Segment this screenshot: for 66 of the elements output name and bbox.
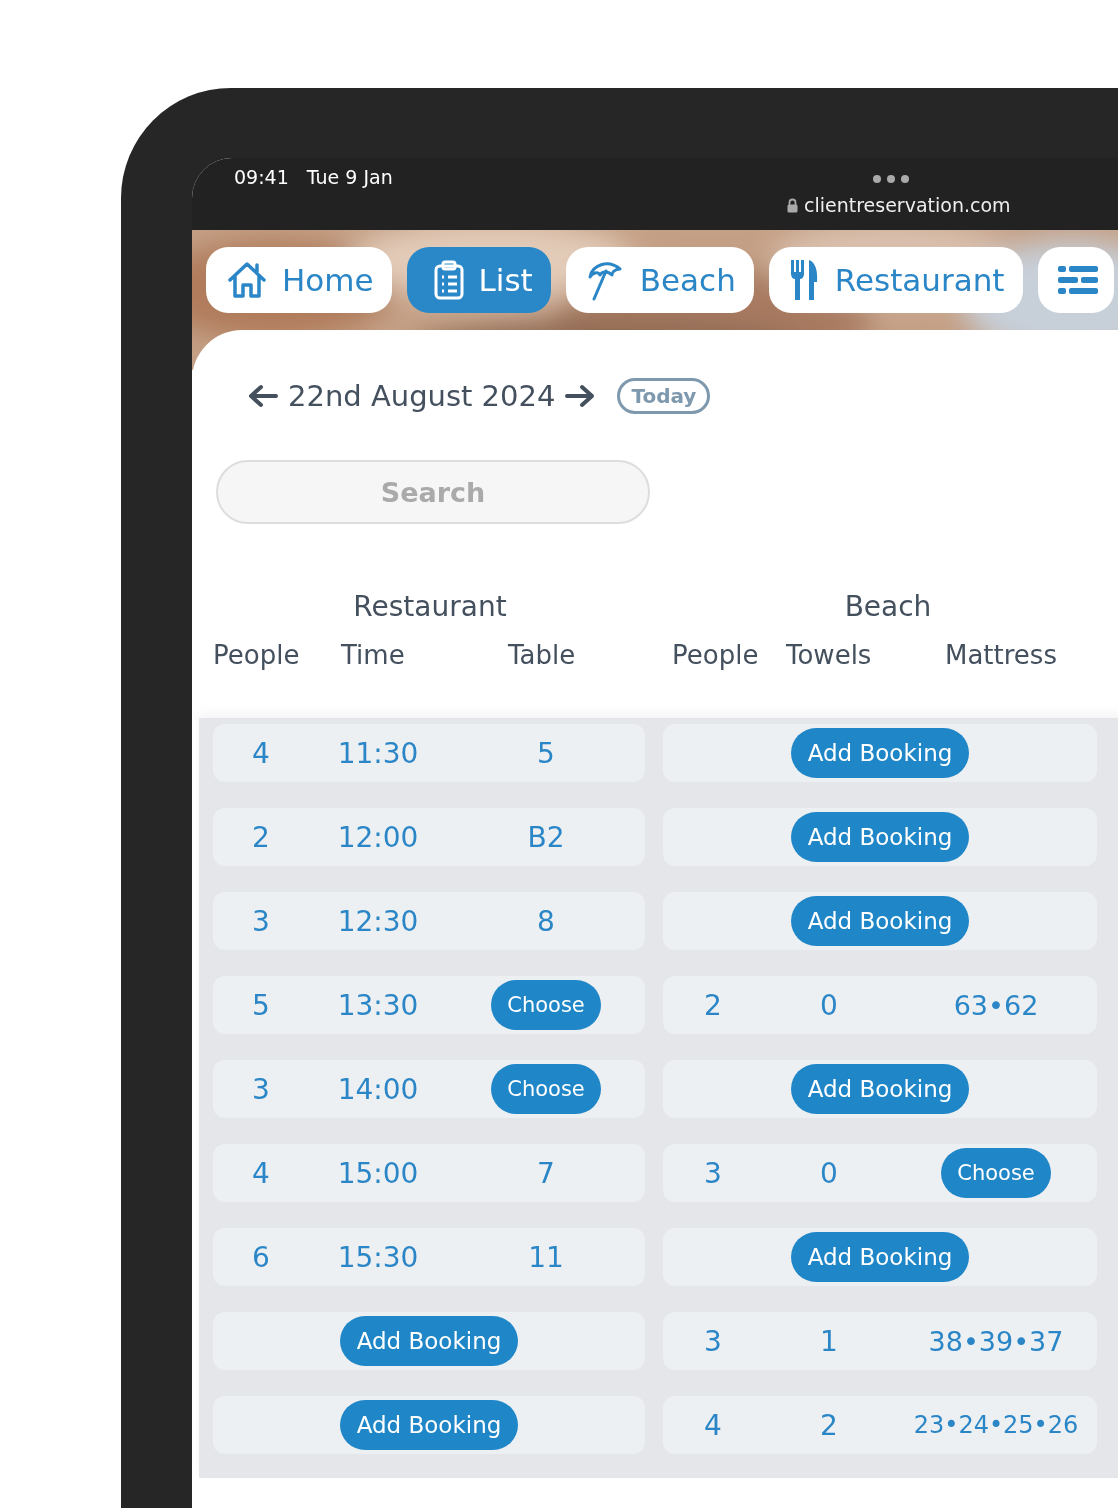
table-number: 11 — [528, 1240, 564, 1274]
people-count: 2 — [252, 820, 270, 854]
previous-arrow-icon[interactable] — [248, 384, 278, 408]
people-count: 6 — [252, 1240, 270, 1274]
people-count: 3 — [704, 1324, 722, 1358]
more-icon — [872, 174, 910, 184]
status-date: Tue 9 Jan — [306, 166, 393, 188]
section-heading: Beach — [843, 590, 933, 624]
choose-button[interactable]: Choose — [491, 1064, 601, 1114]
home-icon — [226, 260, 268, 300]
add-booking-button[interactable]: Add Booking — [339, 1316, 519, 1366]
nav-tab[interactable]: List — [406, 247, 551, 313]
column-header: Table — [508, 640, 576, 670]
column-header: People — [213, 640, 300, 670]
add-booking-button[interactable]: Add Booking — [790, 1064, 970, 1114]
booking-time: 15:00 — [337, 1156, 419, 1190]
table-number: 8 — [537, 904, 555, 938]
booking-time: 13:30 — [337, 988, 419, 1022]
today-button[interactable]: Today — [617, 378, 711, 414]
people-count: 4 — [252, 736, 270, 770]
lock-icon — [787, 197, 798, 213]
towels-count: 2 — [820, 1408, 838, 1442]
people-count: 2 — [704, 988, 722, 1022]
add-booking-button[interactable]: Add Booking — [339, 1400, 519, 1450]
table-number: 7 — [537, 1156, 555, 1190]
people-count: 5 — [252, 988, 270, 1022]
nav-tab[interactable]: Home — [206, 247, 392, 313]
column-header: People — [672, 640, 759, 670]
current-date: 22nd August 2024 — [288, 379, 556, 413]
choose-button[interactable]: Choose — [941, 1148, 1051, 1198]
bars-icon — [1057, 264, 1098, 296]
column-header: Towels — [786, 640, 872, 670]
search-field[interactable]: Search — [216, 460, 650, 524]
people-count: 3 — [252, 1072, 270, 1106]
table-number: 5 — [537, 736, 555, 770]
nav-tab[interactable]: Restaurant — [768, 247, 1023, 313]
towels-count: 0 — [820, 1156, 838, 1190]
choose-button[interactable]: Choose — [491, 980, 601, 1030]
next-arrow-icon[interactable] — [565, 384, 596, 408]
nav-tab[interactable]: Beach — [565, 247, 754, 313]
towels-count: 0 — [820, 988, 838, 1022]
url-text: clientreservation.com — [804, 194, 1011, 216]
add-booking-button[interactable]: Add Booking — [790, 1232, 970, 1282]
add-booking-button[interactable]: Add Booking — [790, 728, 970, 778]
table-number: B2 — [527, 820, 565, 854]
section-heading: Restaurant — [352, 590, 508, 624]
people-count: 3 — [252, 904, 270, 938]
add-booking-button[interactable]: Add Booking — [790, 896, 970, 946]
people-count: 4 — [252, 1156, 270, 1190]
add-booking-button[interactable]: Add Booking — [790, 812, 970, 862]
clipboard-icon — [432, 260, 465, 300]
booking-time: 12:30 — [337, 904, 419, 938]
booking-time: 15:30 — [337, 1240, 419, 1274]
booking-time: 12:00 — [337, 820, 419, 854]
nav-tab[interactable] — [1037, 247, 1114, 313]
column-header: Time — [341, 640, 405, 670]
booking-time: 14:00 — [337, 1072, 419, 1106]
people-count: 4 — [704, 1408, 722, 1442]
column-header: Mattress — [945, 640, 1057, 670]
people-count: 3 — [704, 1156, 722, 1190]
towels-count: 1 — [820, 1324, 838, 1358]
mattress-numbers: 38•39•37 — [928, 1325, 1064, 1357]
booking-time: 11:30 — [337, 736, 419, 770]
status-time: 09:41 — [234, 166, 289, 188]
mattress-numbers: 63•62 — [953, 989, 1039, 1021]
mattress-numbers: 23•24•25•26 — [913, 1411, 1079, 1439]
